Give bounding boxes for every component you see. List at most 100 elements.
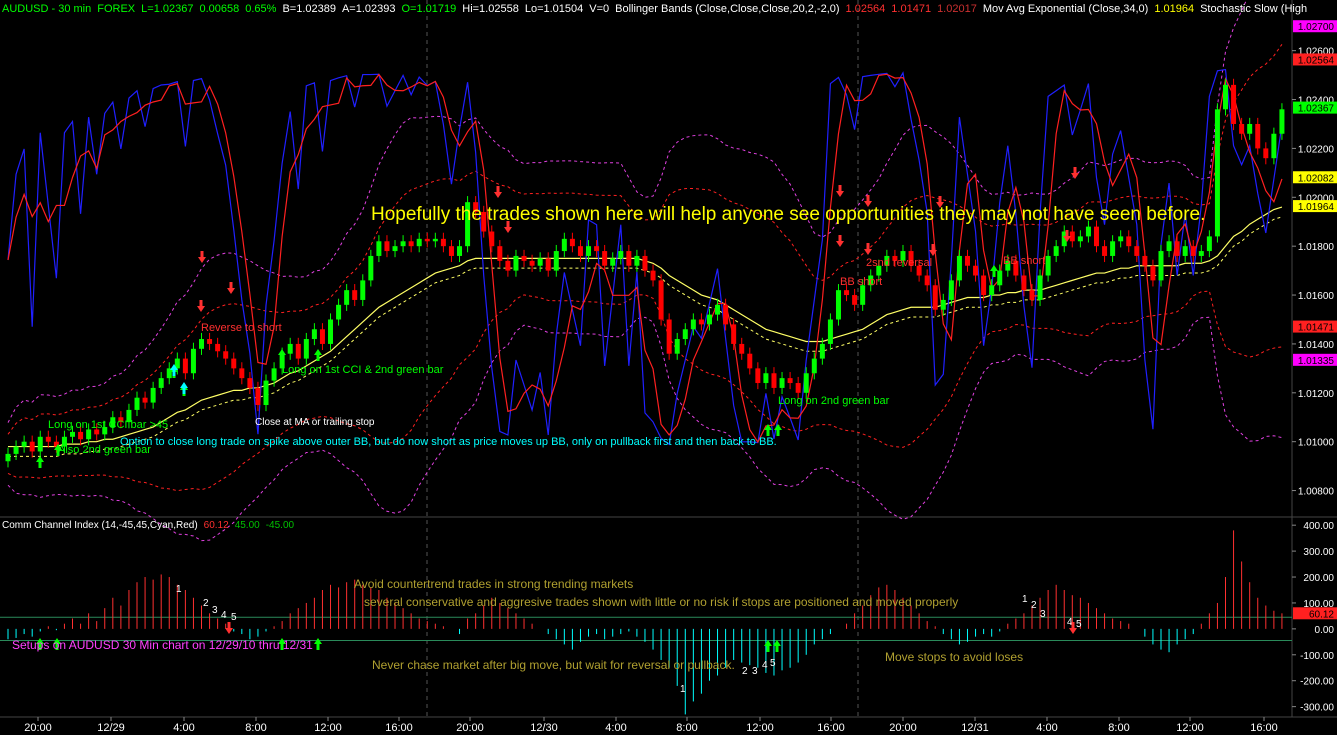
cci-count-label: 1 <box>1022 594 1028 605</box>
candle-body <box>247 378 253 388</box>
price-tag-label: 1.01335 <box>1298 356 1335 367</box>
time-tick-label: 12:00 <box>746 722 774 734</box>
candle-body <box>1239 123 1245 134</box>
candle-body <box>303 339 309 359</box>
cci-tick-label: -200.00 <box>1300 677 1334 688</box>
candle-body <box>964 255 970 266</box>
candle-body <box>844 290 850 296</box>
time-tick-label: 20:00 <box>456 722 484 734</box>
candle-body <box>384 241 390 252</box>
candle-body <box>78 431 84 440</box>
candle-body <box>521 255 527 261</box>
candle-body <box>1134 246 1140 256</box>
candle-body <box>1029 290 1035 300</box>
annotation-long-2nd-green: Long on 2nd green bar <box>778 395 890 407</box>
candle-body <box>1142 255 1148 266</box>
candle-body <box>803 373 809 393</box>
short-arrow-icon <box>227 282 235 294</box>
candle-body <box>263 380 269 406</box>
cci-count-label: 5 <box>1076 619 1082 630</box>
candle-body <box>1126 236 1132 247</box>
short-arrow-icon <box>836 235 844 247</box>
candle-body <box>1110 241 1116 256</box>
cci-tick-label: 200.00 <box>1303 573 1334 584</box>
short-arrow-icon <box>864 243 872 255</box>
long-arrow-icon <box>36 456 44 468</box>
annotation-setups: Setups on AUDUSD 30 Min chart on 12/29/1… <box>12 638 313 652</box>
candle-body <box>618 251 624 259</box>
candle-body <box>513 255 519 271</box>
market-label: FOREX <box>97 3 136 15</box>
candle-body <box>787 378 793 384</box>
candle-body <box>1102 246 1108 256</box>
stoch-label: Stochastic Slow (High <box>1200 3 1308 15</box>
candle-body <box>755 368 761 384</box>
candle-body <box>553 251 559 271</box>
candle-body <box>771 373 777 388</box>
last-price: L=1.02367 <box>141 3 194 15</box>
candle-body <box>295 343 301 359</box>
price-tag-label: 1.02564 <box>1298 55 1335 66</box>
candle-body <box>981 275 987 296</box>
candle-body <box>1118 236 1124 242</box>
candle-body <box>215 343 221 352</box>
chart-canvas[interactable]: 1.026001.024001.022001.020001.018001.016… <box>0 0 1337 735</box>
bb-upper-line <box>7 44 1283 435</box>
cci-count-label: 5 <box>231 612 237 623</box>
candle-body <box>207 339 213 344</box>
short-arrow-icon <box>197 300 205 312</box>
time-tick-label: 16:00 <box>817 722 845 734</box>
time-tick-label: 16:00 <box>1250 722 1278 734</box>
candle-body <box>666 319 672 354</box>
time-tick-label: 4:00 <box>605 722 626 734</box>
candle-body <box>424 238 430 242</box>
candle-body <box>150 387 156 403</box>
candle-body <box>489 231 495 247</box>
candle-body <box>231 358 237 369</box>
cci-tick-label: 300.00 <box>1303 547 1334 558</box>
cci-count-label: 3 <box>752 666 758 677</box>
annotation-close-ma: Close at MA or trailing stop <box>255 417 375 428</box>
candle-body <box>376 241 382 256</box>
long-arrow-icon <box>180 382 188 394</box>
bb-lower-value: 1.01471 <box>891 3 932 15</box>
candle-body <box>626 251 632 266</box>
short-arrow-icon <box>225 622 233 634</box>
candle-body <box>448 246 454 256</box>
candle-body <box>319 329 325 344</box>
candle-body <box>1045 255 1051 276</box>
candle-body <box>29 441 35 452</box>
long-arrow-icon <box>314 638 322 650</box>
cci-count-label: 3 <box>1040 609 1046 620</box>
candle-body <box>1158 251 1164 281</box>
candle-body <box>1053 246 1059 256</box>
candle-body <box>392 246 398 252</box>
candle-body <box>642 255 648 271</box>
candle-body <box>940 299 946 310</box>
candle-body <box>1174 241 1180 256</box>
annotation-long-cci-2nd: Long on 1st CCI & 2nd green bar <box>282 364 444 376</box>
candle-body <box>594 246 600 252</box>
candle-body <box>311 329 317 340</box>
candle-body <box>819 343 825 359</box>
cci-tick-label: 0.00 <box>1315 625 1335 636</box>
cci-count-label: 4 <box>221 610 227 621</box>
long-arrow-icon <box>314 349 322 361</box>
symbol-label: AUDUSD - 30 min <box>2 3 92 15</box>
annotation-countertrend: Avoid countertrend trades in strong tren… <box>354 577 634 591</box>
cci-count-label: 3 <box>212 605 218 616</box>
candle-body <box>973 265 979 276</box>
bb-lower-line <box>7 290 1283 492</box>
candle-body <box>577 246 583 256</box>
candle-body <box>328 319 334 344</box>
price-tick-label: 1.01600 <box>1298 291 1335 302</box>
cci-tick-label: 400.00 <box>1303 521 1334 532</box>
annotation-bb-short-2: BB short <box>1003 255 1046 267</box>
time-tick-label: 16:00 <box>385 722 413 734</box>
price-tick-label: 1.00800 <box>1298 487 1335 498</box>
open-price: O=1.01719 <box>401 3 457 15</box>
candle-body <box>408 241 414 247</box>
candle-body <box>731 324 737 344</box>
ema-value: 1.01964 <box>1154 3 1195 15</box>
candle-body <box>537 258 543 266</box>
